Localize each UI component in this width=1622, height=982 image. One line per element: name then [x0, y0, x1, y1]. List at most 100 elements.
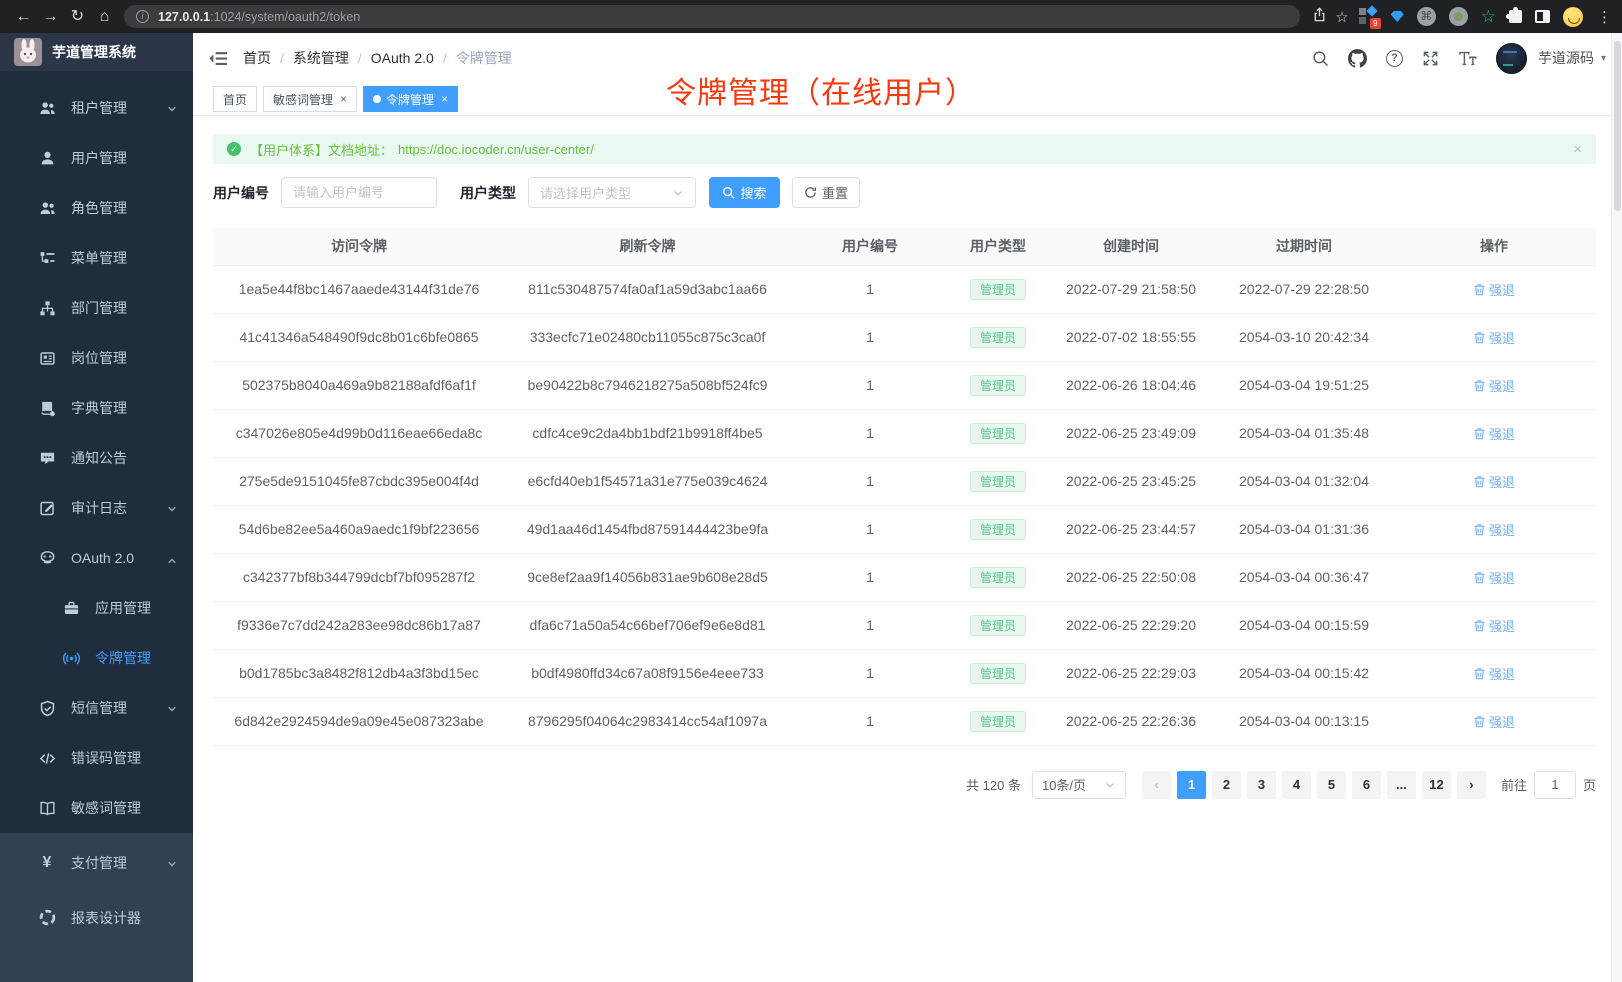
- page-size-select[interactable]: 10条/页: [1032, 771, 1126, 799]
- sidebar-item-0[interactable]: 租户管理: [0, 83, 193, 133]
- user-avatar[interactable]: [1496, 43, 1527, 74]
- extension-command-icon[interactable]: ⌘: [1417, 7, 1436, 26]
- browser-profile-avatar[interactable]: [1563, 7, 1583, 27]
- sidebar-item-11[interactable]: 令牌管理: [0, 633, 193, 683]
- sidebar-item-1[interactable]: 用户管理: [0, 133, 193, 183]
- tab-close-icon[interactable]: ×: [441, 93, 448, 105]
- cell-access-token: c342377bf8b344799dcbf7bf095287f2: [213, 553, 505, 601]
- force-logout-button[interactable]: 强退: [1473, 712, 1515, 731]
- caret-down-icon[interactable]: ▾: [1601, 53, 1606, 64]
- side-panel-icon[interactable]: [1535, 10, 1550, 23]
- breadcrumb-separator: /: [443, 50, 447, 66]
- tab-0[interactable]: 首页: [213, 86, 257, 112]
- share-icon[interactable]: [1312, 7, 1327, 27]
- cell-create-time: 2022-06-25 22:29:20: [1046, 601, 1216, 649]
- prev-page-button[interactable]: ‹: [1142, 771, 1171, 799]
- extensions-puzzle-icon[interactable]: [1509, 10, 1522, 23]
- extension-dot-icon[interactable]: [1449, 7, 1468, 26]
- page-button-12[interactable]: 12: [1422, 771, 1451, 799]
- help-icon[interactable]: ?: [1386, 50, 1403, 67]
- page-button-3[interactable]: 3: [1247, 771, 1276, 799]
- sidebar-item-9[interactable]: OAuth 2.0: [0, 533, 193, 583]
- next-page-button[interactable]: ›: [1457, 771, 1486, 799]
- username[interactable]: 芋道源码: [1538, 48, 1594, 68]
- sidebar-item-2[interactable]: 角色管理: [0, 183, 193, 233]
- address-bar[interactable]: i 127.0.0.1:1024/system/oauth2/token: [124, 5, 1300, 28]
- cell-actions: 强退: [1392, 265, 1596, 313]
- forward-icon[interactable]: →: [37, 0, 64, 33]
- sidebar-item-12[interactable]: 短信管理: [0, 683, 193, 733]
- sidebar-item-7[interactable]: 通知公告: [0, 433, 193, 483]
- force-logout-button[interactable]: 强退: [1473, 424, 1515, 443]
- sidebar-item-16[interactable]: 报表设计器: [0, 890, 193, 945]
- sidebar-item-3[interactable]: 菜单管理: [0, 233, 193, 283]
- page-button-2[interactable]: 2: [1212, 771, 1241, 799]
- sidebar-item-label: 角色管理: [71, 198, 127, 218]
- force-logout-button[interactable]: 强退: [1473, 568, 1515, 587]
- bookmark-star-icon[interactable]: ☆: [1335, 8, 1348, 26]
- success-check-icon: ✓: [227, 142, 241, 156]
- sidebar-item-8[interactable]: 审计日志: [0, 483, 193, 533]
- force-logout-button[interactable]: 强退: [1473, 328, 1515, 347]
- user-type-badge: 管理员: [970, 471, 1026, 492]
- trash-icon: [1473, 427, 1486, 440]
- force-logout-button[interactable]: 强退: [1473, 376, 1515, 395]
- tab-1[interactable]: 敏感词管理×: [263, 86, 357, 112]
- github-icon[interactable]: [1348, 49, 1367, 68]
- breadcrumb-item[interactable]: 首页: [243, 48, 271, 68]
- page-button-...[interactable]: ...: [1387, 771, 1416, 799]
- home-icon[interactable]: ⌂: [91, 0, 118, 33]
- site-info-icon[interactable]: i: [136, 10, 149, 23]
- sidebar-item-10[interactable]: 应用管理: [0, 583, 193, 633]
- scrollbar-thumb[interactable]: [1614, 41, 1621, 211]
- page-button-4[interactable]: 4: [1282, 771, 1311, 799]
- reload-icon[interactable]: ↻: [64, 0, 91, 33]
- app-logo[interactable]: 芋道管理系统: [0, 33, 193, 71]
- sidebar-item-6[interactable]: 字典管理: [0, 383, 193, 433]
- page-button-1[interactable]: 1: [1177, 771, 1206, 799]
- extension-gem-icon[interactable]: [1391, 11, 1404, 22]
- page-button-6[interactable]: 6: [1352, 771, 1381, 799]
- reset-button[interactable]: 重置: [792, 177, 860, 208]
- breadcrumb-item[interactable]: OAuth 2.0: [371, 50, 434, 66]
- browser-menu-icon[interactable]: ⋮: [1597, 8, 1612, 26]
- search-button[interactable]: 搜索: [709, 177, 780, 208]
- tab-close-icon[interactable]: ×: [340, 93, 347, 105]
- page-button-5[interactable]: 5: [1317, 771, 1346, 799]
- sidebar-item-15[interactable]: ¥支付管理: [0, 835, 193, 890]
- goto-page-input[interactable]: [1534, 771, 1576, 799]
- extension-grid-icon[interactable]: 9: [1359, 7, 1378, 26]
- sidebar-item-label: 岗位管理: [71, 348, 127, 368]
- sidebar-item-14[interactable]: 敏感词管理: [0, 783, 193, 833]
- search-icon[interactable]: [1312, 50, 1329, 67]
- user-type-select[interactable]: 请选择用户类型: [528, 177, 696, 208]
- sidebar-item-13[interactable]: 错误码管理: [0, 733, 193, 783]
- cell-expire-time: 2054-03-04 01:31:36: [1216, 505, 1392, 553]
- alert-link[interactable]: https://doc.iocoder.cn/user-center/: [398, 142, 594, 157]
- page-scrollbar[interactable]: [1611, 33, 1622, 982]
- logo-image: [14, 38, 42, 66]
- trash-icon: [1473, 523, 1486, 536]
- force-logout-button[interactable]: 强退: [1473, 280, 1515, 299]
- table-row: 1ea5e44f8bc1467aaede43144f31de76811c5304…: [213, 265, 1596, 313]
- sidebar-toggle-icon[interactable]: [209, 50, 228, 67]
- font-size-icon[interactable]: [1458, 50, 1477, 67]
- back-icon[interactable]: ←: [10, 0, 37, 33]
- extension-star-icon[interactable]: ☆: [1481, 7, 1496, 26]
- table-row: b0d1785bc3a8482f812db4a3f3bd15ecb0df4980…: [213, 649, 1596, 697]
- fullscreen-icon[interactable]: [1422, 50, 1439, 67]
- breadcrumb-item[interactable]: 系统管理: [293, 48, 349, 68]
- force-logout-button[interactable]: 强退: [1473, 520, 1515, 539]
- role-icon: [38, 199, 56, 217]
- force-logout-button[interactable]: 强退: [1473, 616, 1515, 635]
- cell-actions: 强退: [1392, 361, 1596, 409]
- tab-2[interactable]: 令牌管理×: [363, 86, 458, 112]
- force-logout-button[interactable]: 强退: [1473, 472, 1515, 491]
- chevron-down-icon: [672, 187, 684, 199]
- sidebar-item-5[interactable]: 岗位管理: [0, 333, 193, 383]
- force-logout-button[interactable]: 强退: [1473, 664, 1515, 683]
- sidebar-item-4[interactable]: 部门管理: [0, 283, 193, 333]
- alert-close-icon[interactable]: ×: [1573, 141, 1582, 158]
- user-id-input[interactable]: [281, 177, 437, 208]
- table-row: 502375b8040a469a9b82188afdf6af1fbe90422b…: [213, 361, 1596, 409]
